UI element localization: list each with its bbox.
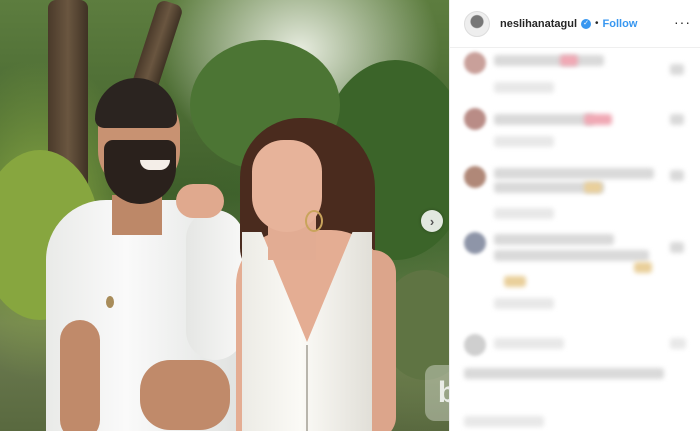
post-header: neslihanatagul ✓ • Follow ··· bbox=[450, 0, 700, 48]
verified-badge-icon: ✓ bbox=[581, 18, 592, 29]
blurred-comment-text bbox=[670, 170, 684, 181]
blurred-emoji bbox=[634, 262, 652, 273]
man-hand bbox=[140, 360, 230, 430]
man-beard bbox=[104, 140, 176, 204]
commenter-avatar[interactable] bbox=[464, 108, 486, 130]
blurred-emoji bbox=[504, 276, 526, 287]
next-photo-button[interactable]: › bbox=[421, 210, 443, 232]
blurred-comment-text bbox=[670, 338, 686, 349]
blurred-comment-text bbox=[494, 338, 564, 349]
blurred-comment-text bbox=[670, 114, 684, 125]
blurred-comment-meta bbox=[494, 136, 554, 147]
commenter-avatar[interactable] bbox=[464, 52, 486, 74]
necklace-pendant bbox=[106, 296, 114, 308]
blurred-comment-text bbox=[494, 250, 649, 261]
blurred-comment-meta bbox=[494, 82, 554, 93]
blurred-comment-text bbox=[464, 368, 664, 379]
follow-button[interactable]: Follow bbox=[603, 18, 638, 30]
blurred-comment-meta bbox=[494, 208, 554, 219]
man-hair bbox=[95, 78, 177, 128]
woman-hand-on-shoulder bbox=[176, 184, 224, 218]
blurred-emoji bbox=[584, 114, 612, 125]
post-sidebar: neslihanatagul ✓ • Follow ··· bbox=[449, 0, 700, 431]
blurred-comment-text bbox=[464, 416, 544, 427]
username-link[interactable]: neslihanatagul bbox=[500, 18, 577, 30]
man-forearm bbox=[60, 320, 100, 431]
blurred-emoji bbox=[584, 182, 602, 193]
profile-avatar[interactable] bbox=[464, 10, 490, 37]
chevron-right-icon: › bbox=[429, 213, 435, 229]
blurred-comment-text bbox=[494, 234, 614, 245]
blurred-comment-meta bbox=[494, 298, 554, 309]
blurred-comment-text bbox=[494, 168, 654, 179]
separator-dot: • bbox=[595, 18, 599, 29]
more-options-icon[interactable]: ··· bbox=[674, 14, 691, 30]
commenter-avatar[interactable] bbox=[464, 334, 486, 356]
commenter-avatar[interactable] bbox=[464, 232, 486, 254]
blurred-comment-text bbox=[494, 114, 594, 125]
post-photo[interactable]: › b bbox=[0, 0, 449, 431]
blurred-comment-text bbox=[494, 55, 604, 66]
hoop-earring bbox=[305, 210, 323, 232]
commenter-avatar[interactable] bbox=[464, 166, 486, 188]
blurred-comment-text bbox=[670, 242, 684, 253]
blurred-emoji bbox=[560, 55, 578, 66]
dress-zipper bbox=[306, 345, 308, 431]
blurred-comment-text bbox=[670, 64, 684, 75]
watermark-logo: b bbox=[425, 365, 449, 421]
